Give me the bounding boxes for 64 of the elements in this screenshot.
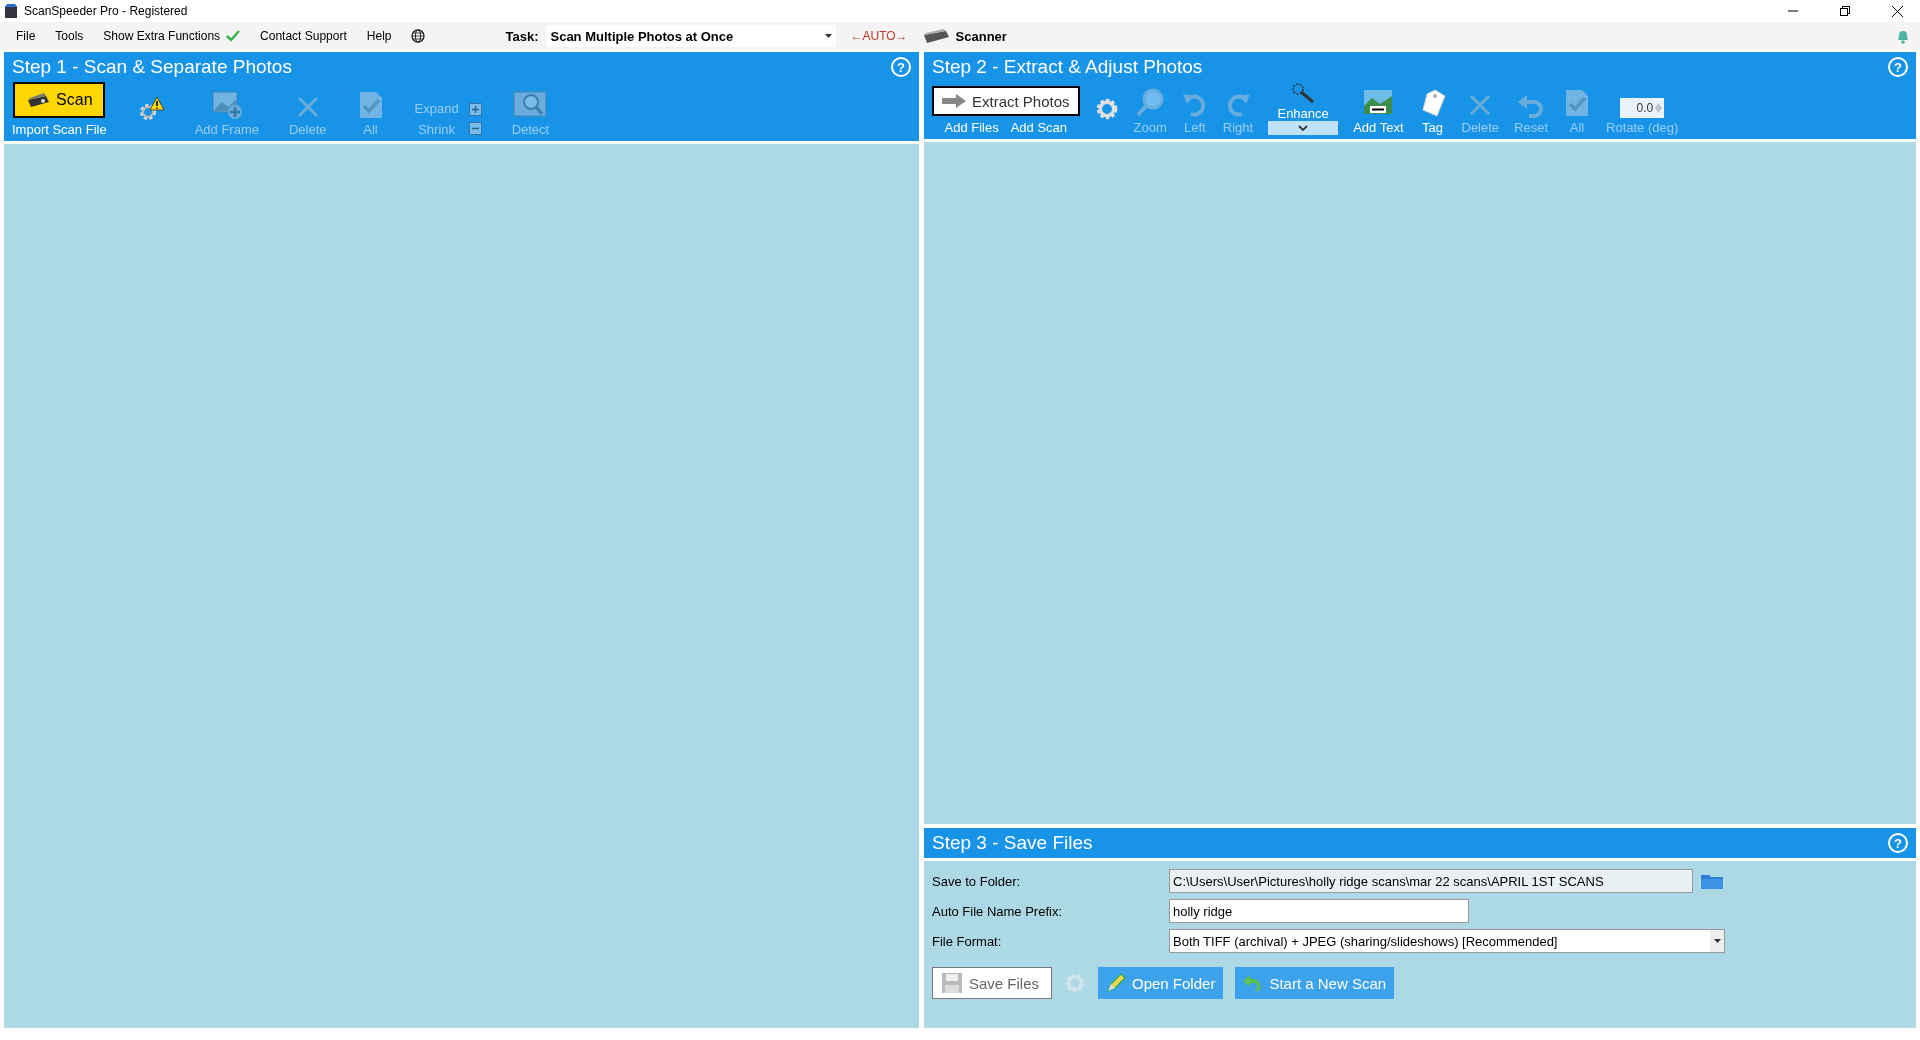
help-button[interactable]: ?	[891, 57, 911, 77]
menu-item[interactable]: Help	[356, 29, 402, 43]
rotate-label: Rotate (deg)	[1606, 120, 1679, 135]
help-button[interactable]: ?	[1888, 833, 1908, 853]
picture-plus-icon	[210, 90, 243, 120]
panel-title: Step 3 - Save Files	[932, 832, 1093, 854]
search-icon	[1135, 88, 1166, 118]
window-title: ScanSpeeder Pro - Registered	[24, 4, 188, 18]
menu-item[interactable]: Contact Support	[250, 29, 357, 43]
auto-label: ←AUTO→	[850, 29, 908, 43]
spin-down-icon	[1655, 108, 1663, 113]
restore-icon	[1840, 6, 1850, 16]
open-folder-button[interactable]: Open Folder	[1098, 967, 1224, 999]
add-text-button[interactable]: Add Text	[1353, 88, 1404, 135]
format-dropdown[interactable]: Both TIFF (archival) + JPEG (sharing/slideshows) [Recommended]	[1169, 929, 1725, 953]
undo-icon	[1517, 92, 1546, 118]
bell-icon	[1896, 28, 1910, 44]
close-icon	[1891, 5, 1903, 17]
menu-item[interactable]: Tools	[45, 29, 94, 43]
field-label: Auto File Name Prefix:	[932, 903, 1064, 919]
settings-button[interactable]	[1094, 96, 1119, 121]
field-label: Save to Folder:	[932, 873, 1022, 889]
tag-button[interactable]: Tag	[1418, 88, 1447, 135]
import-scan-file-link[interactable]: Import Scan File	[12, 122, 107, 137]
minus-icon	[468, 122, 482, 135]
folder-field[interactable]: C:\Users\User\Pictures\holly ridge scans\mar 22 scans\APRIL 1ST SCANS	[1169, 869, 1693, 893]
prefix-field[interactable]: holly ridge	[1169, 899, 1469, 923]
picture-magnifier-icon	[513, 90, 548, 120]
help-button[interactable]: ?	[1888, 57, 1908, 77]
spin-up-icon	[1655, 103, 1663, 108]
menu-item[interactable]: Show Extra Functions	[93, 29, 251, 43]
wand-icon	[1290, 82, 1317, 104]
scanner-icon	[921, 27, 950, 45]
scanner-icon	[26, 90, 51, 110]
browse-folder-button[interactable]	[1701, 873, 1723, 889]
scan-button[interactable]: Scan	[13, 82, 106, 118]
extract-photos-button[interactable]: Extract Photos	[932, 86, 1080, 116]
add-scan-link[interactable]: Add Scan	[1010, 120, 1068, 135]
add-files-link[interactable]: Add Files	[944, 120, 999, 135]
globe-icon	[411, 29, 426, 43]
caret-icon	[1298, 125, 1309, 131]
task-label: Task:	[505, 28, 539, 44]
panel-title: Step 1 - Scan & Separate Photos	[12, 56, 292, 78]
menu-item[interactable]: File	[6, 29, 46, 43]
pencil-icon	[1106, 973, 1126, 993]
panel-title: Step 2 - Extract & Adjust Photos	[932, 56, 1203, 78]
app-icon	[4, 3, 18, 19]
caret-icon	[825, 34, 833, 38]
enhance-button[interactable]: Enhance	[1277, 82, 1329, 121]
field-label: File Format:	[932, 933, 1003, 949]
check-icon	[226, 30, 241, 42]
arrow-icon	[942, 94, 966, 108]
gear-icon	[1064, 972, 1086, 994]
enhance-dropdown[interactable]	[1268, 121, 1339, 135]
scanner-button[interactable]: Scanner	[921, 27, 1007, 45]
task-dropdown[interactable]: Scan Multiple Photos at Once	[546, 25, 837, 47]
gear-icon	[1094, 96, 1119, 121]
expand-icon-button[interactable]	[468, 103, 482, 116]
new-scan-button[interactable]: Start a New Scan	[1235, 967, 1395, 999]
caret-icon	[1713, 939, 1721, 943]
folder-icon	[1701, 873, 1723, 889]
floppy-icon	[941, 972, 963, 994]
plus-icon	[468, 103, 482, 116]
shrink-icon-button[interactable]	[468, 122, 482, 135]
